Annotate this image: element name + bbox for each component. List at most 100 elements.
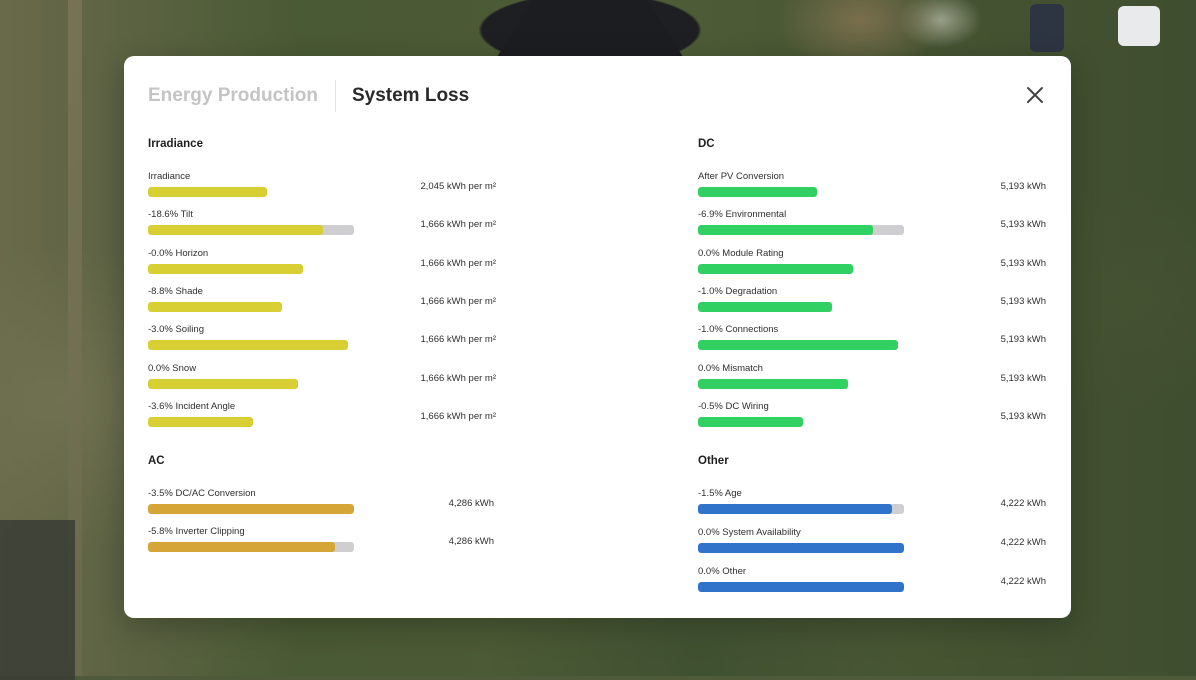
loss-row: 0.0% Mismatch 5,193 kWh — [698, 363, 1048, 399]
loss-bar-fill — [698, 301, 832, 312]
loss-bar-fill — [698, 340, 898, 351]
loss-row: -0.0% Horizon 1,666 kWh per m² — [148, 248, 498, 284]
loss-bar-fill — [148, 263, 303, 274]
loss-row-label: -5.8% Inverter Clipping — [148, 526, 245, 538]
loss-bar-track — [148, 416, 354, 427]
loss-bar-track — [698, 301, 904, 312]
loss-bar-track — [148, 187, 354, 197]
loss-row-label: -1.0% Degradation — [698, 285, 778, 297]
map-building — [0, 520, 75, 680]
loss-row-label: 0.0% Module Rating — [698, 247, 784, 259]
loss-bar-fill — [698, 542, 904, 553]
loss-row: 0.0% Snow 1,666 kWh per m² — [148, 363, 498, 399]
loss-row-value: 1,666 kWh per m² — [420, 219, 497, 231]
loss-row-label: Irradiance — [148, 171, 191, 182]
loss-row-value: 1,666 kWh per m² — [420, 334, 497, 346]
loss-row-value: 4,222 kWh — [1000, 536, 1046, 548]
loss-bar-track — [148, 378, 354, 389]
loss-row-value: 1,666 kWh per m² — [420, 410, 497, 422]
loss-row: -3.0% Soiling 1,666 kWh per m² — [148, 324, 498, 360]
loss-bar-track — [698, 378, 904, 389]
loss-row-label: -6.9% Environmental — [698, 209, 787, 221]
loss-row-label: -18.6% Tilt — [148, 209, 193, 221]
loss-bar-fill — [148, 542, 335, 553]
loss-bar-track — [148, 263, 354, 274]
section-title: Irradiance — [148, 138, 203, 150]
loss-row-label: 0.0% Other — [698, 565, 747, 577]
loss-row: -3.6% Incident Angle 1,666 kWh per m² — [148, 401, 498, 437]
loss-row: 0.0% Other 4,222 kWh — [698, 566, 1048, 602]
map-vehicle — [1030, 4, 1064, 52]
loss-row: -1.0% Degradation 5,193 kWh — [698, 286, 1048, 322]
loss-bar-fill — [148, 187, 267, 197]
loss-row: 0.0% Module Rating 5,193 kWh — [698, 248, 1048, 284]
loss-row-value: 5,193 kWh — [1000, 219, 1046, 231]
loss-row: 0.0% System Availability 4,222 kWh — [698, 527, 1048, 563]
loss-bar-fill — [698, 263, 853, 274]
loss-row-label: -3.6% Incident Angle — [148, 400, 236, 412]
loss-row: -3.5% DC/AC Conversion 4,286 kWh — [148, 488, 498, 524]
loss-row-value: 4,222 kWh — [1000, 498, 1046, 509]
loss-row-value: 5,193 kWh — [1000, 295, 1046, 307]
loss-row-label: -8.8% Shade — [148, 285, 203, 297]
loss-bar-fill — [148, 416, 253, 427]
loss-bar-fill — [698, 225, 873, 236]
loss-row-value: 1,666 kWh per m² — [420, 372, 497, 384]
loss-bar-fill — [148, 301, 282, 312]
loss-bar-track — [698, 340, 904, 351]
loss-bar-track — [698, 225, 904, 236]
system-loss-modal: Energy Production System Loss Irradiance… — [124, 56, 1071, 618]
loss-row: -8.8% Shade 1,666 kWh per m² — [148, 286, 498, 322]
loss-row-label: 0.0% System Availability — [698, 526, 801, 538]
loss-bar-fill — [698, 378, 848, 389]
tab-energy-production[interactable]: Energy Production — [148, 85, 318, 107]
section-title: AC — [148, 455, 165, 467]
loss-bar-fill — [698, 416, 803, 427]
loss-bar-track — [698, 542, 904, 553]
loss-row-label: -3.0% Soiling — [148, 324, 204, 336]
map-vehicle — [1118, 6, 1160, 46]
loss-bar-track — [698, 504, 904, 514]
loss-row-value: 1,666 kWh per m² — [420, 295, 497, 307]
loss-bar-fill — [148, 378, 298, 389]
loss-row-value: 2,045 kWh per m² — [420, 181, 497, 192]
loss-row: -6.9% Environmental 5,193 kWh — [698, 209, 1048, 245]
section-title: DC — [698, 138, 715, 150]
loss-bar-fill — [148, 504, 354, 514]
tab-system-loss[interactable]: System Loss — [352, 85, 469, 107]
loss-row-value: 4,286 kWh — [448, 536, 494, 548]
loss-row: -1.5% Age 4,222 kWh — [698, 488, 1048, 524]
loss-row-label: -1.5% Age — [698, 488, 742, 499]
loss-row: -1.0% Connections 5,193 kWh — [698, 324, 1048, 360]
loss-row-label: -3.5% DC/AC Conversion — [148, 488, 256, 499]
loss-row: Irradiance 2,045 kWh per m² — [148, 171, 498, 207]
loss-row: After PV Conversion 5,193 kWh — [698, 171, 1048, 207]
tab-bar: Energy Production System Loss — [148, 80, 469, 112]
loss-row: -0.5% DC Wiring 5,193 kWh — [698, 401, 1048, 437]
loss-bar-fill — [698, 581, 904, 592]
loss-bar-fill — [148, 225, 323, 236]
loss-bar-track — [698, 416, 904, 427]
loss-row: -5.8% Inverter Clipping 4,286 kWh — [148, 526, 498, 562]
loss-bar-fill — [698, 504, 892, 514]
loss-bar-track — [698, 581, 904, 592]
loss-bar-track — [148, 340, 354, 351]
loss-row-value: 4,286 kWh — [448, 498, 494, 509]
loss-bar-fill — [148, 340, 348, 351]
close-icon — [1027, 87, 1043, 103]
loss-row-label: 0.0% Mismatch — [698, 362, 763, 374]
loss-row-value: 5,193 kWh — [1000, 181, 1046, 192]
loss-bar-fill — [698, 187, 817, 197]
loss-row-label: After PV Conversion — [698, 171, 785, 182]
loss-row: -18.6% Tilt 1,666 kWh per m² — [148, 209, 498, 245]
loss-row-label: -0.5% DC Wiring — [698, 400, 769, 412]
loss-row-value: 5,193 kWh — [1000, 372, 1046, 384]
tab-divider — [334, 80, 336, 112]
loss-bar-track — [698, 263, 904, 274]
loss-row-value: 1,666 kWh per m² — [420, 257, 497, 269]
loss-row-label: -0.0% Horizon — [148, 247, 209, 259]
loss-row-value: 5,193 kWh — [1000, 257, 1046, 269]
loss-bar-track — [148, 542, 354, 553]
section-title: Other — [698, 455, 729, 467]
close-button[interactable] — [1022, 82, 1048, 108]
